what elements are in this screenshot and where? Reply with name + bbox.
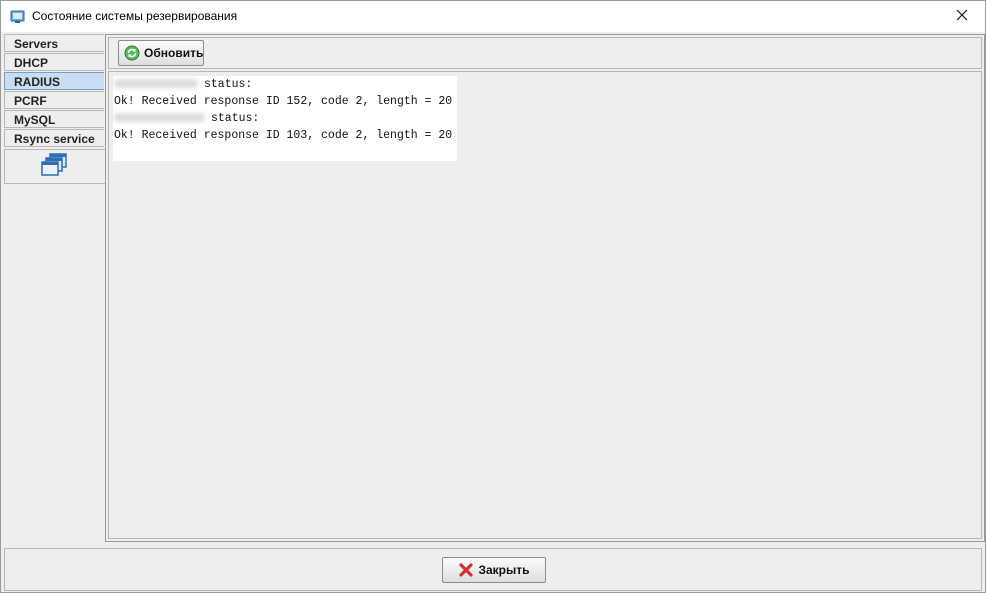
tab-mysql[interactable]: MySQL [4, 110, 104, 128]
tab-rsync-service[interactable]: Rsync service [4, 129, 104, 147]
tab-extra[interactable] [4, 149, 105, 184]
toolbar: Обновить [108, 37, 982, 69]
tab-radius[interactable]: RADIUS [4, 72, 104, 90]
window-title: Состояние системы резервирования [32, 9, 238, 23]
redacted-ip [114, 113, 205, 123]
close-icon [956, 9, 968, 24]
client-area: Servers DHCP RADIUS PCRF MySQL Rsync ser… [1, 32, 985, 592]
refresh-icon [124, 45, 140, 61]
status-panel: status: Ok! Received response ID 152, co… [108, 71, 982, 539]
window-close-button[interactable] [939, 1, 985, 32]
red-x-icon [458, 562, 474, 578]
close-button-label: Закрыть [478, 563, 530, 577]
tab-dhcp[interactable]: DHCP [4, 53, 104, 71]
status-text-area[interactable]: status: Ok! Received response ID 152, co… [113, 76, 457, 161]
button-bar: Закрыть [4, 548, 982, 591]
close-button[interactable]: Закрыть [442, 557, 546, 583]
tab-servers[interactable]: Servers [4, 34, 104, 52]
status-line: status: [114, 110, 259, 127]
refresh-button[interactable]: Обновить [118, 40, 204, 66]
status-line: Ok! Received response ID 152, code 2, le… [114, 95, 453, 108]
windows-stack-icon [41, 152, 69, 181]
refresh-button-label: Обновить [144, 46, 204, 60]
tab-content-panel: Обновить status: Ok! Received response I… [105, 34, 985, 542]
dialog-window: Состояние системы резервирования Servers… [0, 0, 986, 593]
status-line: status: [114, 76, 252, 93]
monitor-app-icon [10, 9, 26, 25]
title-bar: Состояние системы резервирования [1, 1, 985, 32]
tab-list: Servers DHCP RADIUS PCRF MySQL Rsync ser… [4, 34, 105, 184]
redacted-ip [114, 79, 198, 89]
status-line: Ok! Received response ID 103, code 2, le… [114, 129, 453, 142]
tab-pcrf[interactable]: PCRF [4, 91, 104, 109]
